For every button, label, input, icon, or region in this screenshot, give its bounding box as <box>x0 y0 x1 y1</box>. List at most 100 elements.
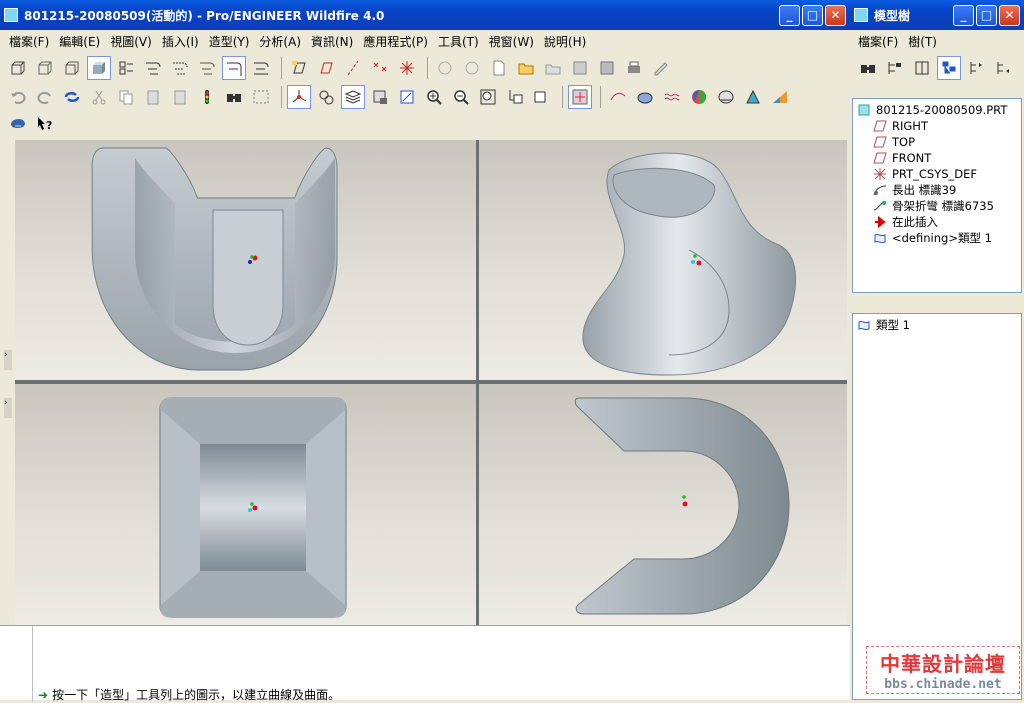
sidebar-expand-handle[interactable]: › <box>4 350 12 370</box>
datum-point-icon[interactable] <box>368 56 392 80</box>
curve-style-3-icon[interactable] <box>195 56 219 80</box>
menu-tools[interactable]: 工具(T) <box>433 33 484 50</box>
viewport-pane-bottom-left[interactable] <box>15 384 476 625</box>
regenerate-icon[interactable] <box>60 85 84 109</box>
tree-item[interactable]: 長出 標識39 <box>873 182 956 198</box>
open-file-icon[interactable] <box>514 56 538 80</box>
draft-analysis-icon[interactable] <box>741 85 765 109</box>
orient-mode-icon[interactable] <box>314 85 338 109</box>
offset-analysis-icon[interactable] <box>660 85 684 109</box>
save-copy-icon[interactable] <box>595 56 619 80</box>
viewport-pane-bottom-right[interactable] <box>479 384 847 625</box>
show-tree-icon[interactable] <box>937 56 961 80</box>
context-help-icon[interactable]: ? <box>33 112 57 136</box>
tree-maximize-button[interactable]: □ <box>976 4 997 26</box>
datum-axis-icon[interactable] <box>341 56 365 80</box>
shading-icon[interactable] <box>87 56 111 80</box>
save-icon[interactable] <box>568 56 592 80</box>
menu-edit[interactable]: 編輯(E) <box>54 33 105 50</box>
tree-item[interactable]: 在此插入 <box>873 214 938 230</box>
refit-icon[interactable] <box>476 85 500 109</box>
curve-style-1-icon[interactable] <box>141 56 165 80</box>
model-tree-title-bar[interactable]: 模型樹 _ □ ✕ <box>850 0 1024 30</box>
new-file-icon[interactable] <box>487 56 511 80</box>
tree-menu-tree[interactable]: 樹(T) <box>903 33 942 50</box>
tree-menu-file[interactable]: 檔案(F) <box>853 33 903 50</box>
tree-item[interactable]: PRT_CSYS_DEF <box>873 166 977 182</box>
graphics-window[interactable] <box>15 140 847 625</box>
style-tree-panel[interactable]: 類型 1 <box>852 313 1022 700</box>
web-browser-icon[interactable] <box>6 112 30 136</box>
redo-icon[interactable] <box>33 85 57 109</box>
open-folder-icon[interactable] <box>541 56 565 80</box>
email-icon[interactable] <box>649 56 673 80</box>
paste-special-icon[interactable] <box>168 85 192 109</box>
menu-view[interactable]: 視圖(V) <box>105 33 157 50</box>
sketch-plane-icon[interactable] <box>568 85 592 109</box>
style-tree-item[interactable]: 類型 1 <box>857 317 910 333</box>
main-title-bar[interactable]: 801215-20080509(活動的) - Pro/ENGINEER Wild… <box>0 0 850 30</box>
print-icon[interactable] <box>622 56 646 80</box>
menu-help[interactable]: 說明(H) <box>539 33 591 50</box>
viewport-pane-top-left[interactable] <box>15 140 476 380</box>
viewport-pane-top-right[interactable] <box>479 140 847 380</box>
menu-file[interactable]: 檔案(F) <box>4 33 54 50</box>
tree-splitter[interactable] <box>852 293 1022 313</box>
repaint-icon[interactable] <box>395 85 419 109</box>
tree-item[interactable]: FRONT <box>873 150 931 166</box>
datum-plane-2-icon[interactable] <box>314 56 338 80</box>
view-list-icon[interactable] <box>530 85 554 109</box>
saved-views-icon[interactable] <box>503 85 527 109</box>
spin-center-icon[interactable] <box>287 85 311 109</box>
curve-style-4-icon[interactable] <box>222 56 246 80</box>
tree-item[interactable]: <defining>類型 1 <box>873 230 992 246</box>
refresh-1-icon[interactable] <box>433 56 457 80</box>
curve-style-2-icon[interactable] <box>168 56 192 80</box>
tree-root-item[interactable]: 801215-20080509.PRT <box>857 102 1007 118</box>
close-button[interactable]: ✕ <box>825 4 846 26</box>
tree-item[interactable]: 骨架折彎 標識6735 <box>873 198 994 214</box>
refresh-2-icon[interactable] <box>460 56 484 80</box>
undo-icon[interactable] <box>6 85 30 109</box>
layers-icon[interactable] <box>341 85 365 109</box>
sidebar-expand-handle[interactable]: › <box>4 398 12 418</box>
menu-applications[interactable]: 應用程式(P) <box>358 33 433 50</box>
select-box-icon[interactable] <box>249 85 273 109</box>
cut-icon[interactable] <box>87 85 111 109</box>
wireframe-icon[interactable] <box>6 56 30 80</box>
curvature-analysis-icon[interactable] <box>606 85 630 109</box>
tree-minimize-button[interactable]: _ <box>953 4 974 26</box>
menu-window[interactable]: 視窗(W) <box>484 33 539 50</box>
section-analysis-icon[interactable] <box>633 85 657 109</box>
curve-style-5-icon[interactable] <box>249 56 273 80</box>
zoom-out-icon[interactable] <box>449 85 473 109</box>
find-icon[interactable] <box>222 85 246 109</box>
hidden-line-icon[interactable] <box>33 56 57 80</box>
expand-tree-icon[interactable] <box>964 56 988 80</box>
menu-style[interactable]: 造型(Y) <box>204 33 255 50</box>
model-tree-panel[interactable]: 801215-20080509.PRT RIGHT TOP FRONT PRT_… <box>852 98 1022 293</box>
datum-plane-tool-icon[interactable] <box>287 56 311 80</box>
tree-columns-icon[interactable] <box>910 56 934 80</box>
tree-find-icon[interactable] <box>856 56 880 80</box>
paste-icon[interactable] <box>141 85 165 109</box>
menu-insert[interactable]: 插入(I) <box>157 33 204 50</box>
tree-item[interactable]: RIGHT <box>873 118 928 134</box>
copy-icon[interactable] <box>114 85 138 109</box>
datum-csys-icon[interactable] <box>395 56 419 80</box>
shaded-curvature-icon[interactable] <box>714 85 738 109</box>
slope-analysis-icon[interactable] <box>768 85 792 109</box>
tree-close-button[interactable]: ✕ <box>999 4 1020 26</box>
gaussian-curvature-icon[interactable] <box>687 85 711 109</box>
collapse-tree-icon[interactable] <box>991 56 1015 80</box>
view-manager-icon[interactable] <box>368 85 392 109</box>
menu-analysis[interactable]: 分析(A) <box>254 33 306 50</box>
no-hidden-icon[interactable] <box>60 56 84 80</box>
menu-info[interactable]: 資訊(N) <box>306 33 358 50</box>
maximize-button[interactable]: □ <box>802 4 823 26</box>
regenerate-manager-icon[interactable] <box>195 85 219 109</box>
minimize-button[interactable]: _ <box>779 4 800 26</box>
tree-settings-icon[interactable] <box>883 56 907 80</box>
tree-item[interactable]: TOP <box>873 134 915 150</box>
zoom-in-icon[interactable] <box>422 85 446 109</box>
